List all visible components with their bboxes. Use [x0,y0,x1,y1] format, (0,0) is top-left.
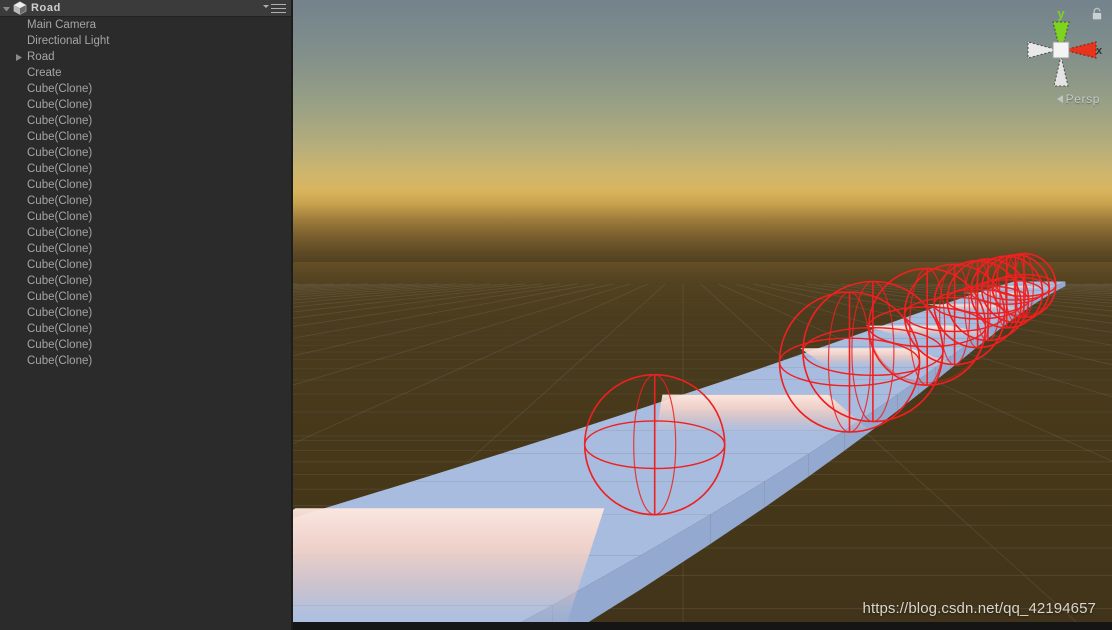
hierarchy-item-cube-clone[interactable]: Cube(Clone) [0,193,291,209]
left-triangle-icon [1056,95,1063,103]
hierarchy-item-cube-clone[interactable]: Cube(Clone) [0,177,291,193]
hierarchy-item-label: Cube(Clone) [27,115,93,127]
hierarchy-item-label: Cube(Clone) [27,131,93,143]
hierarchy-tab-bar[interactable]: Road [0,0,291,17]
skybox-gradient [293,0,1112,268]
hierarchy-item-label: Cube(Clone) [27,179,93,191]
hierarchy-item-cube-clone[interactable]: Cube(Clone) [0,113,291,129]
hierarchy-item-label: Cube(Clone) [27,83,93,95]
hierarchy-item-label: Cube(Clone) [27,259,93,271]
hierarchy-tab-label[interactable]: Road [31,0,61,17]
hierarchy-panel: Road Main Camera Directional Light Road Cre… [0,0,293,630]
unity-scene-icon [13,1,27,15]
hierarchy-item-label: Cube(Clone) [27,275,93,287]
hamburger-lines-icon [271,4,286,13]
hierarchy-item-directional-light[interactable]: Directional Light [0,33,291,49]
hierarchy-item-label: Cube(Clone) [27,291,93,303]
hierarchy-item-label: Cube(Clone) [27,227,93,239]
hierarchy-item-cube-clone[interactable]: Cube(Clone) [0,305,291,321]
hierarchy-item-label: Cube(Clone) [27,339,93,351]
triangle-down-icon[interactable] [0,0,13,17]
hierarchy-item-cube-clone[interactable]: Cube(Clone) [0,337,291,353]
hierarchy-item-cube-clone[interactable]: Cube(Clone) [0,81,291,97]
hierarchy-item-cube-clone[interactable]: Cube(Clone) [0,321,291,337]
hierarchy-item-label: Cube(Clone) [27,99,93,111]
menu-caret-icon [263,4,269,8]
hierarchy-item-cube-clone[interactable]: Cube(Clone) [0,225,291,241]
scene-view[interactable]: y x Persp https://blog.csdn.net/qq_42194… [293,0,1112,630]
axis-x-label: x [1096,45,1102,57]
hierarchy-item-cube-clone[interactable]: Cube(Clone) [0,273,291,289]
lock-icon[interactable] [1091,7,1103,21]
hierarchy-item-cube-clone[interactable]: Cube(Clone) [0,209,291,225]
hierarchy-item-cube-clone[interactable]: Cube(Clone) [0,241,291,257]
hierarchy-item-create[interactable]: Create [0,65,291,81]
hierarchy-item-label: Road [27,51,55,63]
hierarchy-item-label: Cube(Clone) [27,307,93,319]
hierarchy-item-label: Cube(Clone) [27,211,93,223]
hierarchy-item-main-camera[interactable]: Main Camera [0,17,291,33]
hierarchy-item-cube-clone[interactable]: Cube(Clone) [0,257,291,273]
projection-mode-toggle[interactable]: Persp [1056,92,1100,106]
projection-mode-label: Persp [1065,92,1100,106]
hierarchy-item-road[interactable]: Road [0,49,291,65]
axis-y-label: y [1057,6,1065,21]
hierarchy-item-label: Create [27,67,62,79]
hamburger-menu-icon[interactable] [262,3,286,14]
hierarchy-item-label: Main Camera [27,19,97,31]
hierarchy-item-label: Cube(Clone) [27,195,93,207]
watermark-text: https://blog.csdn.net/qq_42194657 [862,600,1096,617]
hierarchy-item-cube-clone[interactable]: Cube(Clone) [0,289,291,305]
unity-editor-window: Road Main Camera Directional Light Road Cre… [0,0,1112,630]
hierarchy-item-cube-clone[interactable]: Cube(Clone) [0,145,291,161]
hierarchy-item-cube-clone[interactable]: Cube(Clone) [0,97,291,113]
hierarchy-item-label: Cube(Clone) [27,323,93,335]
hierarchy-item-label: Cube(Clone) [27,243,93,255]
hierarchy-item-label: Cube(Clone) [27,355,93,367]
hierarchy-item-label: Cube(Clone) [27,147,93,159]
hierarchy-item-cube-clone[interactable]: Cube(Clone) [0,353,291,369]
scene-bottom-edge [293,622,1112,630]
hierarchy-item-cube-clone[interactable]: Cube(Clone) [0,161,291,177]
ground-plane [293,262,1112,630]
hierarchy-item-cube-clone[interactable]: Cube(Clone) [0,129,291,145]
hierarchy-tree[interactable]: Main Camera Directional Light Road Create Cu… [0,17,291,630]
hierarchy-item-label: Directional Light [27,35,110,47]
hierarchy-item-label: Cube(Clone) [27,163,93,175]
chevron-right-icon[interactable] [15,49,25,65]
